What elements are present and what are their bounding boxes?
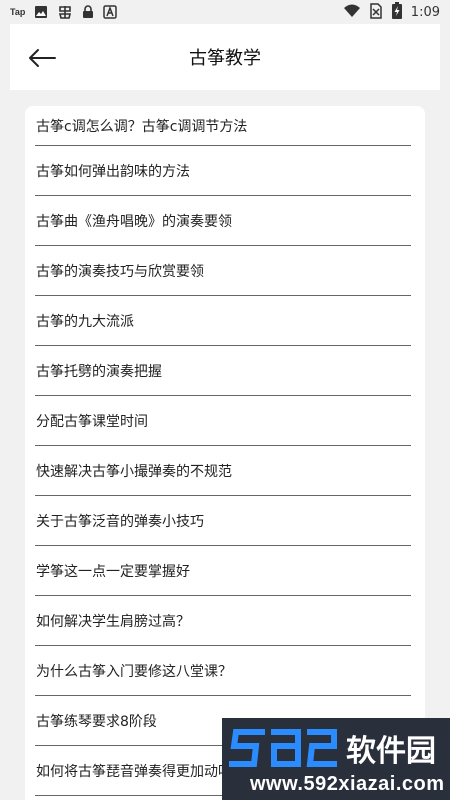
watermark-logo: 软件园 <box>229 729 436 769</box>
lock-icon <box>82 5 94 19</box>
list-item[interactable]: 学筝这一点一定要掌握好 <box>35 546 411 596</box>
article-list: 古筝c调怎么调？古筝c调调节方法 古筝如何弹出韵味的方法 古筝曲《渔舟唱晚》的演… <box>25 106 425 796</box>
status-bar: Tap 1:09 <box>0 0 450 24</box>
image-icon <box>34 5 48 19</box>
app-header: 古筝教学 <box>10 24 440 90</box>
list-item[interactable]: 分配古筝课堂时间 <box>35 396 411 446</box>
bug-icon <box>57 4 73 20</box>
battery-charging-icon <box>391 2 402 22</box>
list-item[interactable]: 如何解决学生肩膀过高？ <box>35 596 411 646</box>
list-item[interactable]: 快速解决古筝小撮弹奏的不规范 <box>35 446 411 496</box>
status-left-icons: Tap <box>10 4 118 20</box>
list-item[interactable]: 为什么古筝入门要修这八堂课？ <box>35 646 411 696</box>
watermark: 软件园 www.592xiazai.com <box>222 718 450 800</box>
list-item[interactable]: 古筝托劈的演奏把握 <box>35 346 411 396</box>
wifi-icon <box>343 4 360 21</box>
list-item[interactable]: 古筝曲《渔舟唱晚》的演奏要领 <box>35 196 411 246</box>
status-time: 1:09 <box>410 4 440 20</box>
article-list-card: 古筝c调怎么调？古筝c调调节方法 古筝如何弹出韵味的方法 古筝曲《渔舟唱晚》的演… <box>25 106 425 800</box>
watermark-url: www.592xiazai.com <box>250 773 445 795</box>
list-item[interactable]: 古筝的演奏技巧与欣赏要领 <box>35 246 411 296</box>
no-sim-icon <box>369 2 383 22</box>
back-button[interactable] <box>26 44 58 72</box>
page-title: 古筝教学 <box>189 48 261 69</box>
a-icon <box>103 5 118 19</box>
status-right-icons: 1:09 <box>343 2 440 22</box>
list-item[interactable]: 古筝c调怎么调？古筝c调调节方法 <box>35 106 411 146</box>
arrow-left-icon <box>29 49 56 67</box>
list-item[interactable]: 古筝如何弹出韵味的方法 <box>35 146 411 196</box>
tap-icon: Tap <box>10 7 26 17</box>
list-item[interactable]: 古筝的九大流派 <box>35 296 411 346</box>
svg-text:软件园: 软件园 <box>346 734 436 769</box>
list-item[interactable]: 关于古筝泛音的弹奏小技巧 <box>35 496 411 546</box>
